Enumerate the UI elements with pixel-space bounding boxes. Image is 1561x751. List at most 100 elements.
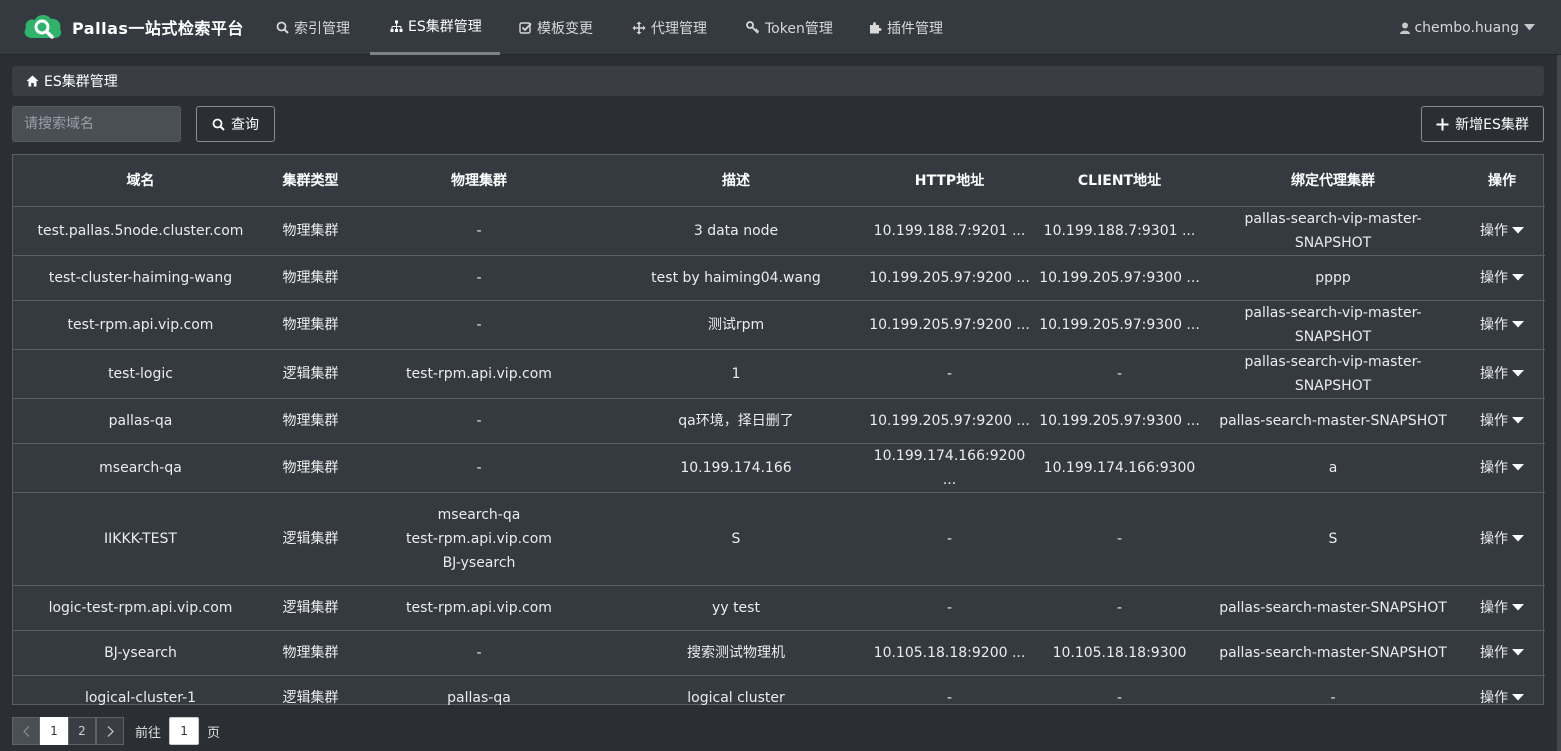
nav-template-change[interactable]: 模板变更 <box>519 0 593 55</box>
breadcrumb-label: ES集群管理 <box>44 74 118 90</box>
chevron-right-icon <box>107 725 114 737</box>
operation-label: 操作 <box>1480 316 1508 333</box>
operation-dropdown[interactable]: 操作 <box>1480 266 1524 290</box>
domain-cell: test.pallas.5node.cluster.com <box>13 206 268 256</box>
nav-label: Token管理 <box>765 20 833 37</box>
physical-line: test-rpm.api.vip.com <box>406 530 552 547</box>
physical-cell: - <box>353 443 605 493</box>
op-cell: 操作 <box>1459 585 1545 631</box>
http-cell: 10.105.18.18:9200 ... <box>867 630 1032 676</box>
caret-down-icon <box>1512 321 1524 328</box>
caret-down-icon <box>1512 694 1524 701</box>
type-cell: 物理集群 <box>268 398 353 444</box>
client-cell: - <box>1032 585 1207 631</box>
caret-down-icon <box>1512 274 1524 281</box>
desc-cell: qa环境，择日删了 <box>605 398 867 444</box>
desc-cell: 1 <box>605 349 867 399</box>
operation-label: 操作 <box>1480 459 1508 476</box>
nav-proxy-management[interactable]: 代理管理 <box>632 0 707 55</box>
caret-down-icon <box>1512 535 1524 542</box>
operation-dropdown[interactable]: 操作 <box>1480 686 1524 710</box>
type-cell: 物理集群 <box>268 630 353 676</box>
scrollbar[interactable] <box>1557 55 1561 751</box>
proxy-cell: pallas-search-master-SNAPSHOT <box>1207 398 1459 444</box>
caret-down-icon <box>1524 24 1535 31</box>
operation-dropdown[interactable]: 操作 <box>1480 596 1524 620</box>
page-suffix: 页 <box>207 725 221 741</box>
next-page-button[interactable] <box>96 717 124 745</box>
http-cell: 10.199.205.97:9200 ... <box>867 398 1032 444</box>
physical-cell: pallas-qa <box>447 689 511 706</box>
goto-page-input[interactable] <box>169 717 200 745</box>
operation-label: 操作 <box>1480 599 1508 616</box>
desc-cell: 10.199.174.166 <box>605 443 867 493</box>
prev-page-button[interactable] <box>12 717 40 745</box>
desc-cell: 3 data node <box>605 206 867 256</box>
type-cell: 逻辑集群 <box>268 349 353 399</box>
http-cell: - <box>946 689 953 706</box>
pagination: 1 2 前往 页 <box>12 717 220 745</box>
arrows-icon <box>632 21 646 34</box>
operation-dropdown[interactable]: 操作 <box>1480 362 1524 386</box>
table-row: test-logic 逻辑集群 test-rpm.api.vip.com 1 -… <box>13 349 1545 399</box>
column-header: 物理集群 <box>353 155 605 207</box>
column-header: CLIENT地址 <box>1032 155 1207 207</box>
column-header: 域名 <box>13 155 268 207</box>
domain-cell: logic-test-rpm.api.vip.com <box>13 585 268 631</box>
plus-icon <box>1436 118 1449 130</box>
page-number-button[interactable]: 2 <box>68 717 96 745</box>
client-cell: 10.199.174.166:9300 <box>1032 443 1207 493</box>
domain-search-input[interactable] <box>12 106 181 142</box>
operation-dropdown[interactable]: 操作 <box>1480 219 1524 243</box>
caret-down-icon <box>1512 649 1524 656</box>
operation-dropdown[interactable]: 操作 <box>1480 456 1524 480</box>
goto-label: 前往 <box>135 725 162 741</box>
physical-cell: test-rpm.api.vip.com <box>353 349 605 399</box>
nav-label: 模板变更 <box>537 20 593 37</box>
nav-es-cluster-management[interactable]: ES集群管理 <box>370 0 500 55</box>
http-cell: - <box>867 349 1032 399</box>
caret-down-icon <box>1512 464 1524 471</box>
proxy-cell: S <box>1207 492 1459 586</box>
desc-cell: 搜索测试物理机 <box>605 630 867 676</box>
desc-cell: logical cluster <box>687 689 785 706</box>
operation-dropdown[interactable]: 操作 <box>1480 313 1524 337</box>
desc-cell: yy test <box>605 585 867 631</box>
physical-cell: - <box>353 206 605 256</box>
column-header: 操作 <box>1459 155 1545 207</box>
table-row: pallas-qa 物理集群 - qa环境，择日删了 10.199.205.97… <box>13 398 1545 444</box>
add-es-cluster-button[interactable]: 新增ES集群 <box>1421 106 1544 142</box>
desc-cell: 测试rpm <box>605 300 867 350</box>
home-icon <box>26 75 39 87</box>
check-square-icon <box>519 22 532 34</box>
nav-label: 索引管理 <box>294 20 350 37</box>
cluster-table: 域名 集群类型 物理集群 描述 HTTP地址 CLIENT地址 绑定代理集群 操… <box>12 154 1545 706</box>
desc-cell: test by haiming04.wang <box>605 255 867 301</box>
user-menu[interactable]: chembo.huang <box>1400 0 1539 55</box>
client-cell: 10.199.205.97:9300 ... <box>1032 300 1207 350</box>
column-header: 绑定代理集群 <box>1207 155 1459 207</box>
client-cell: 10.199.205.97:9300 ... <box>1032 398 1207 444</box>
table-row: test-rpm.api.vip.com 物理集群 - 测试rpm 10.199… <box>13 300 1545 350</box>
page-number-button[interactable]: 1 <box>40 717 68 745</box>
domain-cell: msearch-qa <box>13 443 268 493</box>
caret-down-icon <box>1512 227 1524 234</box>
nav-label: 插件管理 <box>887 20 943 37</box>
brand[interactable]: Pallas一站式检索平台 <box>22 10 244 44</box>
add-label: 新增ES集群 <box>1455 117 1529 133</box>
operation-label: 操作 <box>1480 644 1508 661</box>
table-row: test.pallas.5node.cluster.com 物理集群 - 3 d… <box>13 206 1545 256</box>
operation-dropdown[interactable]: 操作 <box>1480 527 1524 551</box>
query-button[interactable]: 查询 <box>196 106 275 142</box>
nav-plugin-management[interactable]: 插件管理 <box>869 0 943 55</box>
operation-dropdown[interactable]: 操作 <box>1480 409 1524 433</box>
nav-index-management[interactable]: 索引管理 <box>276 0 350 55</box>
proxy-cell: pallas-search-master-SNAPSHOT <box>1207 585 1459 631</box>
nav-token-management[interactable]: Token管理 <box>746 0 833 55</box>
query-label: 查询 <box>231 117 259 133</box>
key-icon <box>746 21 760 34</box>
type-cell: 逻辑集群 <box>268 492 353 586</box>
column-header: HTTP地址 <box>867 155 1032 207</box>
operation-dropdown[interactable]: 操作 <box>1480 641 1524 665</box>
domain-cell: logical-cluster-1 <box>84 689 197 706</box>
